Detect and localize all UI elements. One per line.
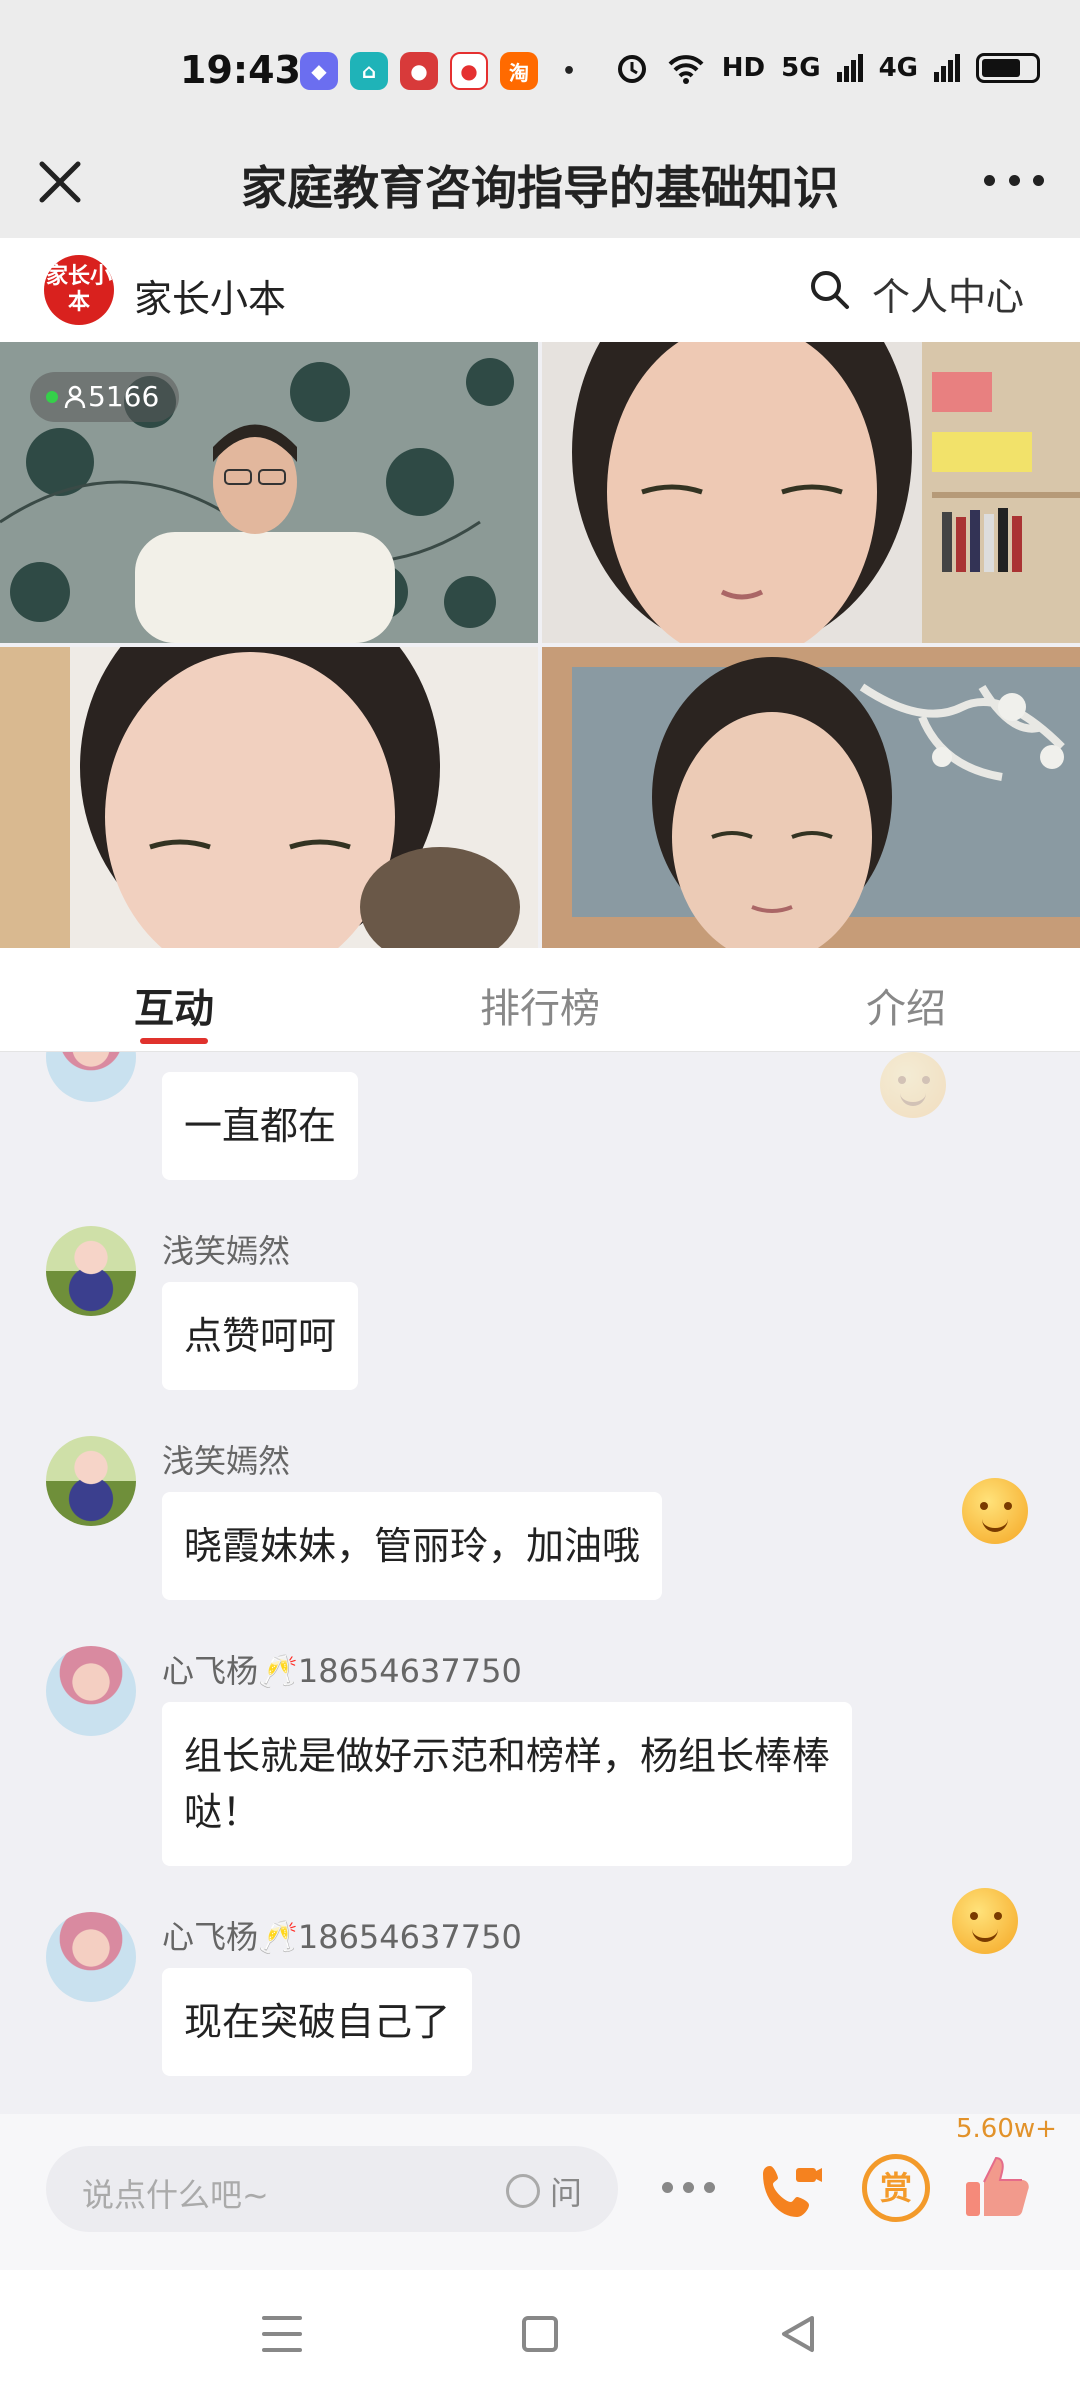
- comment-placeholder: 说点什么吧~: [82, 2176, 269, 2214]
- floating-emoji-icon: [952, 1888, 1018, 1954]
- reward-button[interactable]: 赏: [862, 2154, 930, 2222]
- tech-support-strip: [0, 2256, 1080, 2270]
- video-grid[interactable]: 5166: [0, 342, 1080, 948]
- ask-toggle[interactable]: 问: [505, 2168, 582, 2214]
- active-tab-indicator: [140, 1038, 208, 1044]
- status-time: 19:43: [180, 48, 301, 92]
- avatar[interactable]: [46, 1226, 136, 1316]
- app-notification-icon: ⌂: [350, 52, 388, 90]
- video-tile-participant[interactable]: [0, 647, 538, 948]
- avatar[interactable]: [46, 1052, 136, 1102]
- more-actions-icon[interactable]: [662, 2182, 715, 2193]
- participant-video-image: [542, 342, 1080, 643]
- avatar[interactable]: [46, 1646, 136, 1736]
- tab-interaction[interactable]: 互动: [134, 976, 214, 1034]
- page-title: 家庭教育咨询指导的基础知识: [241, 161, 839, 215]
- radio-icon: [505, 2174, 540, 2208]
- hd-label: HD: [721, 53, 766, 83]
- like-count: 5.60w+: [956, 2114, 1057, 2144]
- app-notification-icon: ●: [450, 52, 488, 90]
- input-bar: 说点什么吧~ 问 赏 5.60w+: [0, 2114, 1080, 2256]
- message-bubble[interactable]: 组长就是做好示范和榜样，杨组长棒棒哒！: [162, 1702, 852, 1866]
- message-bubble[interactable]: 晓霞妹妹，管丽玲，加油哦: [162, 1492, 663, 1600]
- ask-label: 问: [549, 2174, 582, 2212]
- sender-name: 浅笑嫣然: [162, 1442, 291, 1480]
- avatar[interactable]: [46, 1436, 136, 1526]
- menu-icon[interactable]: [262, 2316, 302, 2352]
- like-icon[interactable]: [962, 2152, 1032, 2222]
- avatar[interactable]: [46, 1912, 136, 2002]
- comment-input[interactable]: 说点什么吧~ 问: [46, 2146, 618, 2232]
- people-icon: [64, 385, 86, 409]
- app-notification-icon: ◆: [300, 52, 338, 90]
- brand-logo: 家长小本: [44, 255, 114, 325]
- message-bubble[interactable]: 一直都在: [162, 1072, 359, 1180]
- battery-icon: [976, 53, 1040, 83]
- video-tile-participant[interactable]: [542, 342, 1080, 643]
- tab-bar: 互动 排行榜 介绍: [0, 948, 1080, 1052]
- participant-video-image: [542, 647, 1080, 948]
- floating-emoji-icon: [962, 1478, 1028, 1544]
- viewer-count-badge: 5166: [30, 372, 180, 422]
- message-bubble[interactable]: 点赞呵呵: [162, 1282, 359, 1390]
- more-notifications-icon: •: [561, 58, 577, 84]
- system-icons: HD 5G 4G: [614, 50, 1040, 86]
- app-notification-icon: 淘: [500, 52, 538, 90]
- video-tile-participant[interactable]: [542, 647, 1080, 948]
- 4g-label: 4G: [878, 53, 918, 83]
- viewer-count: 5166: [88, 380, 160, 413]
- search-icon[interactable]: [808, 268, 850, 310]
- wifi-icon: [668, 55, 704, 84]
- video-tile-host[interactable]: 5166: [0, 342, 538, 643]
- brand-name[interactable]: 家长小本: [134, 268, 286, 323]
- brand-bar: 家长小本 家长小本 个人中心: [0, 238, 1080, 342]
- notification-icons: ◆ ⌂ ● ● 淘 •: [300, 52, 588, 90]
- phone-icon[interactable]: [756, 2158, 822, 2224]
- home-icon[interactable]: [522, 2316, 558, 2352]
- title-bar: 家庭教育咨询指导的基础知识: [0, 130, 1080, 238]
- signal-icon: [836, 54, 863, 82]
- system-nav-bar: [0, 2270, 1080, 2400]
- app-notification-icon: ●: [400, 52, 438, 90]
- sender-name: 浅笑嫣然: [162, 1232, 291, 1270]
- chat-list[interactable]: 一直都在 浅笑嫣然 点赞呵呵 浅笑嫣然 晓霞妹妹，管丽玲，加油哦 心飞杨🥂186…: [0, 1052, 1080, 2114]
- back-icon[interactable]: [778, 2314, 818, 2354]
- tab-intro[interactable]: 介绍: [866, 976, 946, 1034]
- sender-name: 心飞杨🥂18654637750: [162, 1918, 522, 1956]
- status-bar: 19:43 ◆ ⌂ ● ● 淘 • HD 5G 4G: [0, 0, 1080, 130]
- tab-ranking[interactable]: 排行榜: [480, 976, 600, 1034]
- personal-center-link[interactable]: 个人中心: [872, 266, 1024, 321]
- signal-icon: [934, 54, 960, 82]
- message-bubble[interactable]: 现在突破自己了: [162, 1968, 473, 2076]
- more-icon[interactable]: [984, 160, 1044, 200]
- floating-emoji-icon: [880, 1052, 946, 1118]
- 5g-label: 5G: [781, 53, 821, 83]
- alarm-icon: [617, 55, 646, 83]
- sender-name: 心飞杨🥂18654637750: [162, 1652, 522, 1690]
- live-indicator: [46, 391, 58, 403]
- participant-video-image: [0, 647, 538, 948]
